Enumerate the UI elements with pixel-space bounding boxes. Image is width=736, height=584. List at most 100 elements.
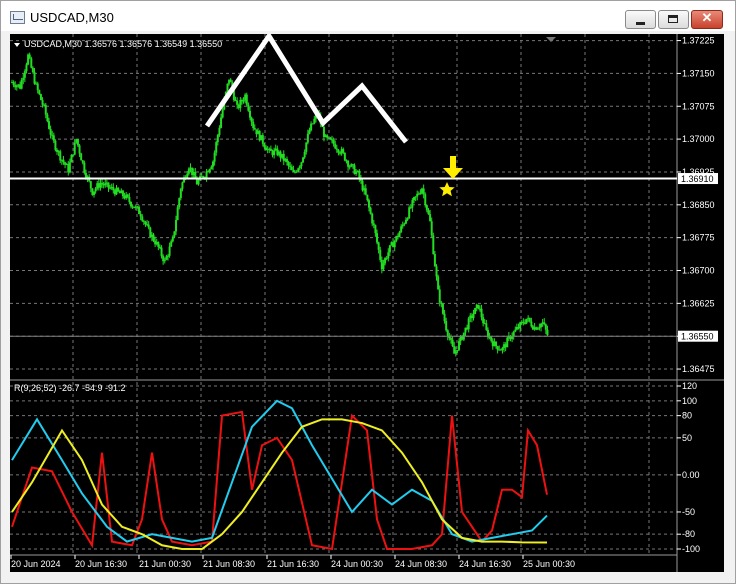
candle-body — [157, 241, 160, 248]
candle-body — [408, 207, 411, 219]
candle-body — [430, 221, 433, 236]
candle-body — [72, 154, 75, 156]
indicator-tick-label: 80 — [682, 411, 692, 421]
candle-body — [287, 162, 290, 166]
close-button[interactable]: ✕ — [691, 10, 723, 29]
candle-body — [269, 148, 272, 151]
candle-body — [303, 151, 306, 158]
candle-body — [400, 226, 403, 233]
candle-body — [289, 165, 292, 167]
candle-body — [305, 142, 308, 152]
time-tick-label: 25 Jun 00:30 — [523, 559, 575, 569]
price-tick-label: 1.36700 — [682, 266, 715, 276]
candle-body — [128, 196, 131, 202]
chart-window: USDCAD,M30 ✕ USDCAD,M30 1.36576 1.36576 … — [0, 0, 736, 584]
candle-body — [101, 182, 104, 185]
candle-body — [247, 104, 250, 111]
candle-body — [544, 324, 547, 330]
indicator-tick-label: -50 — [682, 507, 695, 517]
candle-body — [427, 210, 430, 215]
candle-body — [438, 289, 441, 303]
candle-body — [519, 322, 522, 329]
candle-body — [448, 336, 451, 339]
candle-body — [215, 142, 218, 153]
candle-body — [121, 190, 124, 197]
candle-body — [290, 166, 293, 171]
candle-body — [467, 318, 470, 330]
price-tick-label: 1.37000 — [682, 134, 715, 144]
candle-body — [70, 154, 73, 163]
candle-body — [525, 318, 528, 324]
candle-body — [449, 338, 452, 340]
candle-body — [126, 194, 129, 197]
candle-body — [20, 79, 23, 89]
price-tick-label: 1.36625 — [682, 298, 715, 308]
candle-body — [49, 128, 52, 135]
candle-body — [398, 232, 401, 238]
candle-body — [433, 254, 436, 267]
candle-body — [178, 198, 181, 208]
candle-body — [477, 304, 480, 309]
maximize-button[interactable] — [658, 10, 689, 29]
candle-body — [176, 207, 179, 221]
candle-body — [248, 110, 251, 118]
candle-body — [445, 321, 448, 331]
candle-body — [170, 241, 173, 247]
minimize-button[interactable] — [625, 10, 656, 29]
candle-body — [313, 118, 316, 124]
candle-body — [474, 308, 477, 315]
candle-body — [187, 168, 190, 174]
candle-body — [403, 223, 406, 225]
time-tick-label: 24 Jun 00:30 — [331, 559, 383, 569]
candle-body — [530, 321, 533, 327]
candle-body — [28, 54, 31, 59]
candle-body — [144, 221, 147, 225]
title-bar[interactable]: USDCAD,M30 ✕ — [1, 1, 735, 31]
price-tick-label: 1.37225 — [682, 36, 715, 46]
candle-body — [94, 188, 97, 192]
candle-body — [302, 157, 305, 163]
candle-body — [33, 72, 36, 84]
candle-body — [366, 194, 369, 201]
candle-body — [80, 153, 83, 161]
candle-body — [197, 180, 200, 185]
candle-body — [15, 85, 18, 88]
price-tick-label: 1.36475 — [682, 364, 715, 374]
candle-body — [175, 220, 178, 232]
price-tick-label: 1.37075 — [682, 101, 715, 111]
candle-body — [490, 336, 493, 341]
candle-body — [382, 263, 385, 270]
candle-body — [485, 323, 488, 330]
candle-body — [221, 109, 224, 118]
candle-body — [292, 170, 295, 172]
candle-body — [472, 314, 475, 319]
chart-area[interactable]: USDCAD,M30 1.36576 1.36576 1.36549 1.365… — [10, 34, 724, 572]
candle-body — [107, 182, 110, 188]
candle-body — [538, 327, 541, 329]
candle-body — [308, 130, 311, 134]
candle-body — [285, 158, 288, 163]
candle-body — [355, 171, 358, 175]
time-tick-label: 21 Jun 16:30 — [267, 559, 319, 569]
candle-body — [329, 137, 332, 140]
candle-body — [404, 219, 407, 224]
candle-body — [68, 162, 71, 173]
candle-body — [138, 206, 141, 214]
candle-body — [435, 266, 438, 277]
candle-body — [369, 207, 372, 214]
candle-body — [252, 121, 255, 129]
candle-body — [343, 152, 346, 161]
candle-body — [22, 77, 25, 80]
candle-body — [212, 161, 214, 167]
candle-body — [411, 200, 414, 208]
candle-body — [451, 339, 454, 347]
candle-body — [47, 121, 50, 129]
candle-body — [31, 67, 34, 73]
candle-body — [38, 90, 41, 95]
candle-body — [168, 246, 171, 256]
chart-canvas[interactable]: USDCAD,M30 1.36576 1.36576 1.36549 1.365… — [10, 34, 724, 572]
candle-body — [104, 183, 107, 186]
candle-body — [46, 114, 49, 122]
candle-body — [372, 223, 375, 226]
candle-body — [220, 117, 223, 128]
